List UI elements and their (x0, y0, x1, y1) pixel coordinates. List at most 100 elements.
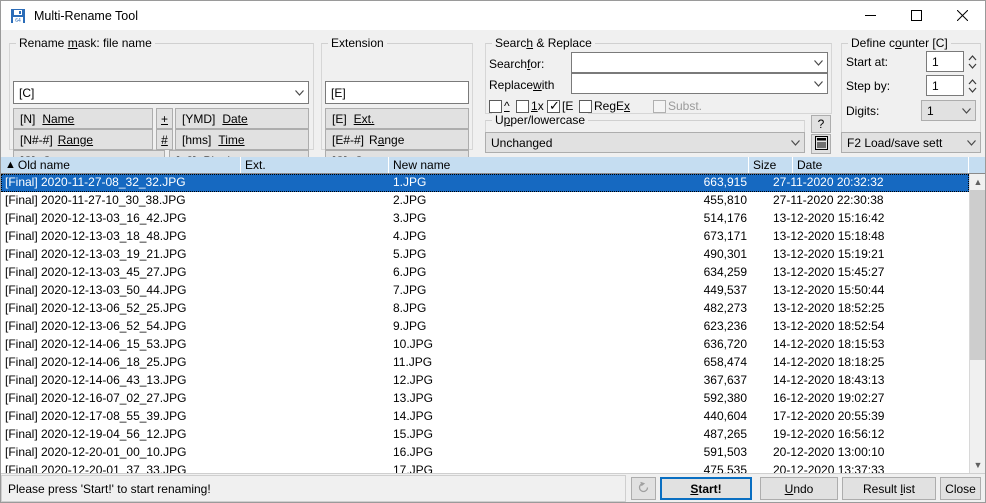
reset-button[interactable] (631, 477, 656, 500)
ext-include-checkbox[interactable]: ✓ (547, 99, 560, 113)
chevron-down-icon[interactable] (787, 133, 804, 152)
column-header-new-name[interactable]: New name (389, 157, 749, 173)
mask-button-date[interactable]: [YMD] Date (175, 108, 309, 129)
table-row[interactable]: [Final] 2020-12-20-01_37_33.JPG 17.JPG 475… (1, 462, 969, 473)
close-dialog-button[interactable]: Close (940, 477, 981, 500)
chevron-down-icon[interactable] (958, 101, 975, 120)
extension-group-title: Extension (328, 36, 387, 50)
column-header-ext[interactable]: Ext. (241, 157, 389, 173)
column-header-extra[interactable] (969, 157, 985, 173)
table-row[interactable]: [Final] 2020-12-13-03_16_42.JPG 3.JPG 514,… (1, 210, 969, 228)
ext-button-ext[interactable]: [E] Ext. (325, 108, 469, 129)
regex-checkbox-label: RegE x (594, 99, 631, 113)
table-row[interactable]: [Final] 2020-12-13-06_52_25.JPG 8.JPG 482,… (1, 300, 969, 318)
caret-checkbox[interactable] (489, 100, 502, 113)
start-at-input[interactable]: 1 (926, 51, 964, 72)
maximize-button[interactable] (893, 1, 939, 30)
chevron-down-icon[interactable] (291, 82, 308, 103)
ext-button-range[interactable]: [E#-#] Range (325, 129, 469, 150)
upper-lowercase-select[interactable]: Unchanged (485, 132, 805, 153)
cell-new-name: 12.JPG (393, 373, 434, 387)
cell-old-name: [Final] 2020-12-13-03_18_48.JPG (5, 229, 187, 243)
table-row[interactable]: [Final] 2020-12-13-03_45_27.JPG 6.JPG 634,… (1, 264, 969, 282)
mask-button-date-label: Date (222, 111, 248, 126)
mask-button-plus-label: + (160, 111, 168, 126)
replace-with-label: Replace w ith (489, 78, 555, 92)
clipboard-list-button[interactable] (811, 134, 831, 154)
table-row[interactable]: [Final] 2020-12-13-06_52_54.JPG 9.JPG 623,… (1, 318, 969, 336)
scrollbar-thumb[interactable] (970, 190, 985, 360)
cell-date: 13-12-2020 15:19:21 (773, 247, 885, 261)
extension-input[interactable]: [E] (325, 81, 469, 104)
table-row[interactable]: [Final] 2020-12-14-06_15_53.JPG 10.JPG 636… (1, 336, 969, 354)
start-button[interactable]: Start! (660, 477, 752, 500)
cell-old-name: [Final] 2020-11-27-08_32_32.JPG (5, 175, 186, 189)
caret-checkbox-label: ^ (504, 99, 510, 113)
mask-button-range[interactable]: [N#-#] Range (13, 129, 153, 150)
chevron-down-icon[interactable] (810, 74, 827, 93)
cell-size: 475,535 (703, 463, 747, 473)
mask-button-date-prefix: [YMD] (182, 111, 216, 126)
rename-mask-input[interactable]: [C] (13, 81, 309, 104)
search-for-label: Search f or: (489, 57, 545, 71)
table-row[interactable]: [Final] 2020-11-27-08_32_32.JPG 1.JPG 663,… (1, 174, 969, 192)
regex-checkbox[interactable] (579, 100, 592, 113)
cell-old-name: [Final] 2020-12-20-01_37_33.JPG (5, 463, 187, 473)
search-for-input[interactable] (571, 52, 828, 73)
undo-button-label: Undo (784, 481, 814, 496)
scroll-down-icon[interactable]: ▼ (970, 457, 985, 473)
load-save-settings-select[interactable]: F2 Load/save sett (841, 132, 981, 153)
table-row[interactable]: [Final] 2020-12-20-01_00_10.JPG 16.JPG 591… (1, 444, 969, 462)
cell-old-name: [Final] 2020-12-20-01_00_10.JPG (5, 445, 187, 459)
table-row[interactable]: [Final] 2020-12-13-03_50_44.JPG 7.JPG 449,… (1, 282, 969, 300)
column-header-old-name[interactable]: ▲ Old name (1, 157, 241, 173)
result-list-button[interactable]: Result list (842, 477, 936, 500)
table-row[interactable]: [Final] 2020-11-27-10_30_38.JPG 2.JPG 455,… (1, 192, 969, 210)
minimize-button[interactable] (847, 1, 893, 30)
cell-size: 449,537 (703, 283, 747, 297)
window-title: Multi-Rename Tool (34, 8, 138, 23)
upper-lowercase-value: Unchanged (491, 135, 553, 150)
vertical-scrollbar[interactable]: ▲ ▼ (969, 174, 985, 473)
help-button[interactable]: ? (811, 115, 831, 133)
chevron-down-icon[interactable] (810, 53, 827, 72)
table-row[interactable]: [Final] 2020-12-19-04_56_12.JPG 15.JPG 487… (1, 426, 969, 444)
column-header-date[interactable]: Date (793, 157, 969, 173)
digits-select[interactable]: 1 (921, 100, 976, 121)
column-header-ext-label: Ext. (245, 158, 266, 172)
upper-lowercase-group-title: Upper/lowercase (492, 113, 589, 127)
table-row[interactable]: [Final] 2020-12-14-06_43_13.JPG 12.JPG 367… (1, 372, 969, 390)
mask-button-time-label: Time (218, 132, 245, 147)
cell-new-name: 9.JPG (393, 319, 427, 333)
mask-button-plus[interactable]: + (156, 108, 173, 129)
start-at-spinner[interactable] (966, 51, 979, 72)
mask-button-time[interactable]: [hms] Time (175, 129, 309, 150)
cell-size: 673,171 (703, 229, 747, 243)
table-row[interactable]: [Final] 2020-12-14-06_18_25.JPG 11.JPG 658… (1, 354, 969, 372)
cell-old-name: [Final] 2020-12-13-03_19_21.JPG (5, 247, 187, 261)
cell-size: 367,637 (703, 373, 747, 387)
cell-new-name: 1.JPG (393, 175, 427, 189)
undo-button[interactable]: Undo (760, 477, 838, 500)
mask-button-range-label: Range (57, 132, 94, 147)
mask-button-name[interactable]: [N] Name (13, 108, 153, 129)
table-row[interactable]: [Final] 2020-12-13-03_19_21.JPG 5.JPG 490,… (1, 246, 969, 264)
cell-old-name: [Final] 2020-12-16-07_02_27.JPG (5, 391, 187, 405)
step-by-input[interactable]: 1 (926, 75, 964, 96)
step-by-spinner[interactable] (966, 75, 979, 96)
chevron-down-icon[interactable] (963, 133, 980, 152)
once-checkbox[interactable] (516, 100, 529, 113)
ext-button-range-prefix: [E#-#] (332, 132, 365, 147)
table-row[interactable]: [Final] 2020-12-17-08_55_39.JPG 14.JPG 440… (1, 408, 969, 426)
define-counter-group-title: Define counter [C] (848, 36, 951, 50)
replace-with-input[interactable] (571, 73, 828, 94)
column-header-size[interactable]: Size (749, 157, 793, 173)
scroll-up-icon[interactable]: ▲ (970, 174, 985, 190)
table-row[interactable]: [Final] 2020-12-16-07_02_27.JPG 13.JPG 592… (1, 390, 969, 408)
cell-size: 663,915 (703, 175, 747, 189)
table-row[interactable]: [Final] 2020-12-13-03_18_48.JPG 4.JPG 673,… (1, 228, 969, 246)
mask-button-hash[interactable]: # (156, 129, 173, 150)
close-button[interactable] (939, 1, 985, 30)
file-list[interactable]: [Final] 2020-11-27-08_32_32.JPG 1.JPG 663,… (1, 174, 985, 473)
sort-ascending-icon: ▲ (5, 159, 16, 171)
